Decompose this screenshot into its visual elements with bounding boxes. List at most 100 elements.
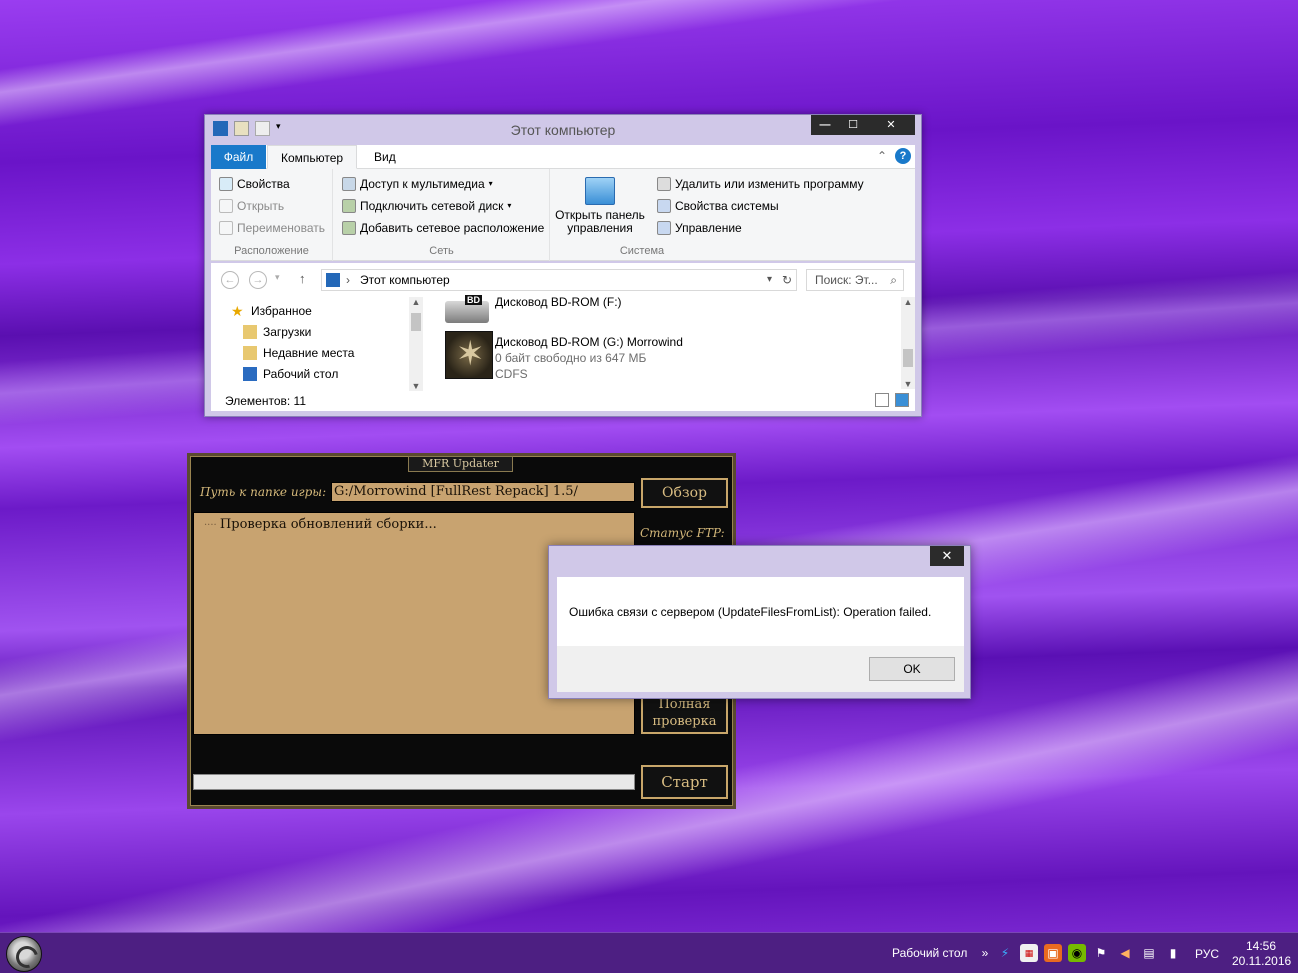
system-properties-icon xyxy=(657,199,671,213)
control-panel-button[interactable]: Открыть панель управления xyxy=(551,177,649,235)
address-row: ← → ▾ ↑ › Этот компьютер ▾ ↻ Поиск: Эт..… xyxy=(211,263,915,297)
system-tray: » ⚡ ▦ ▣ ◉ ⚑ ◀ ▤ ▮ xyxy=(980,941,1182,965)
details-view-icon[interactable] xyxy=(875,393,889,407)
scroll-thumb[interactable] xyxy=(411,313,421,331)
language-indicator[interactable]: РУС xyxy=(1195,947,1219,961)
group-label-system: Система xyxy=(619,245,665,257)
search-input[interactable]: Поиск: Эт... ⌕ xyxy=(806,269,904,291)
nav-item-downloads[interactable]: Загрузки xyxy=(243,322,311,342)
open-icon xyxy=(219,199,233,213)
app-icon[interactable]: ▣ xyxy=(1044,944,1062,962)
ribbon-tabs: Файл Компьютер Вид ⌃ ? xyxy=(211,145,915,169)
path-label: Путь к папке игры: xyxy=(200,485,327,499)
back-button[interactable]: ← xyxy=(221,271,239,289)
scroll-thumb[interactable] xyxy=(903,349,913,367)
downloads-folder-icon xyxy=(243,325,257,339)
scroll-up-icon[interactable]: ▲ xyxy=(409,297,423,307)
list-item[interactable]: BD Дисковод BD-ROM (F:) xyxy=(443,295,883,323)
desktop-toolbar-label[interactable]: Рабочий стол xyxy=(892,946,967,960)
error-dialog: ✕ Ошибка связи с сервером (UpdateFilesFr… xyxy=(548,545,971,699)
forward-button[interactable]: → xyxy=(249,271,267,289)
manage-button[interactable]: Управление xyxy=(657,218,742,238)
ribbon-group-network: Доступ к мультимедиа ▾ Подключить сетевой… xyxy=(334,169,550,261)
chevron-down-icon: ▾ xyxy=(488,179,493,188)
nav-item-favorites[interactable]: ★ Избранное xyxy=(231,301,312,321)
calendar-icon[interactable]: ▦ xyxy=(1020,944,1038,962)
game-path-input[interactable]: G:/Morrowind [FullRest Repack] 1.5/ xyxy=(331,482,635,502)
bd-drive-icon: BD xyxy=(445,295,489,323)
tab-view[interactable]: Вид xyxy=(361,145,409,169)
desktop-icon xyxy=(243,367,257,381)
clock[interactable]: 14:56 20.11.2016 xyxy=(1232,939,1292,969)
tiles-view-icon[interactable] xyxy=(895,393,909,407)
uninstall-button[interactable]: Удалить или изменить программу xyxy=(657,174,864,194)
lightning-icon[interactable]: ⚡ xyxy=(996,944,1014,962)
clock-time: 14:56 xyxy=(1245,939,1277,953)
control-panel-icon xyxy=(585,177,615,205)
taskbar: Рабочий стол » ⚡ ▦ ▣ ◉ ⚑ ◀ ▤ ▮ РУС 14:56… xyxy=(0,932,1298,973)
close-button[interactable]: ✕ xyxy=(867,115,915,135)
ok-button[interactable]: OK xyxy=(869,657,955,681)
network-location-icon xyxy=(342,221,356,235)
window-controls: — ☐ ✕ xyxy=(811,115,915,135)
network-icon[interactable]: ▤ xyxy=(1140,944,1158,962)
tab-computer[interactable]: Компьютер xyxy=(267,145,358,169)
start-button[interactable] xyxy=(6,936,42,972)
media-access-button[interactable]: Доступ к мультимедиа ▾ xyxy=(342,174,493,194)
volume-icon[interactable]: ◀ xyxy=(1116,944,1134,962)
drive-name: Дисковод BD-ROM (F:) xyxy=(495,295,622,309)
nvidia-icon[interactable]: ◉ xyxy=(1068,944,1086,962)
up-icon[interactable]: ↑ xyxy=(299,271,306,286)
nav-item-recent[interactable]: Недавние места xyxy=(243,343,354,363)
scroll-down-icon[interactable]: ▼ xyxy=(901,379,915,389)
log-text: Проверка обновлений сборки... xyxy=(219,517,437,532)
scroll-up-icon[interactable]: ▲ xyxy=(901,297,915,307)
flag-icon[interactable]: ⚑ xyxy=(1092,944,1110,962)
system-properties-button[interactable]: Свойства системы xyxy=(657,196,779,216)
maximize-button[interactable]: ☐ xyxy=(839,115,867,135)
nav-scrollbar[interactable]: ▲ ▼ xyxy=(409,297,423,391)
ribbon-collapse-icon[interactable]: ⌃ xyxy=(877,149,887,163)
uninstall-icon xyxy=(657,177,671,191)
search-icon: ⌕ xyxy=(890,273,897,287)
error-message: Ошибка связи с сервером (UpdateFilesFrom… xyxy=(569,605,932,619)
chevron-up-icon[interactable]: » xyxy=(980,944,990,962)
list-item[interactable]: Дисковод BD-ROM (G:) Morrowind 0 байт св… xyxy=(443,331,883,383)
explorer-window: ▾ Этот компьютер — ☐ ✕ Файл Компьютер Ви… xyxy=(204,114,922,417)
breadcrumb-separator-icon[interactable]: › xyxy=(346,270,350,290)
address-bar[interactable]: › Этот компьютер ▾ ↻ xyxy=(321,269,797,291)
ribbon-group-location: Свойства Открыть Переименовать Расположе… xyxy=(211,169,333,261)
group-label-location: Расположение xyxy=(234,245,309,257)
dialog-footer: OK xyxy=(557,646,964,692)
ribbon-group-system: Удалить или изменить программу Свойства … xyxy=(620,169,915,261)
bd-badge: BD xyxy=(465,295,482,305)
group-label-network: Сеть xyxy=(429,245,454,257)
help-icon[interactable]: ? xyxy=(895,148,911,164)
recent-locations-icon[interactable]: ▾ xyxy=(275,272,280,283)
content-scrollbar[interactable]: ▲ ▼ xyxy=(901,297,915,389)
scroll-down-icon[interactable]: ▼ xyxy=(409,381,423,391)
rename-button[interactable]: Переименовать xyxy=(219,218,325,238)
item-count: Элементов: 11 xyxy=(225,394,306,408)
refresh-icon[interactable]: ↻ xyxy=(782,270,792,290)
clock-date: 20.11.2016 xyxy=(1232,954,1292,968)
rename-icon xyxy=(219,221,233,235)
ftp-status-label: Статус FTP: xyxy=(640,526,725,540)
browse-button[interactable]: Обзор xyxy=(641,478,728,508)
nav-item-desktop[interactable]: Рабочий стол xyxy=(243,364,338,384)
mfr-title: MFR Updater xyxy=(408,456,513,472)
add-location-button[interactable]: Добавить сетевое расположение xyxy=(342,218,544,238)
start-button[interactable]: Старт xyxy=(641,765,728,799)
tab-file[interactable]: Файл xyxy=(211,145,266,169)
close-button[interactable]: ✕ xyxy=(930,546,964,566)
progress-bar xyxy=(193,774,635,790)
map-drive-button[interactable]: Подключить сетевой диск ▾ xyxy=(342,196,511,216)
minimize-button[interactable]: — xyxy=(811,115,839,135)
open-button[interactable]: Открыть xyxy=(219,196,284,216)
properties-icon xyxy=(219,177,233,191)
explorer-titlebar[interactable]: ▾ Этот компьютер — ☐ ✕ xyxy=(205,115,921,145)
recent-places-icon xyxy=(243,346,257,360)
power-icon[interactable]: ▮ xyxy=(1164,944,1182,962)
properties-button[interactable]: Свойства xyxy=(219,174,290,194)
chevron-down-icon[interactable]: ▾ xyxy=(767,270,772,290)
